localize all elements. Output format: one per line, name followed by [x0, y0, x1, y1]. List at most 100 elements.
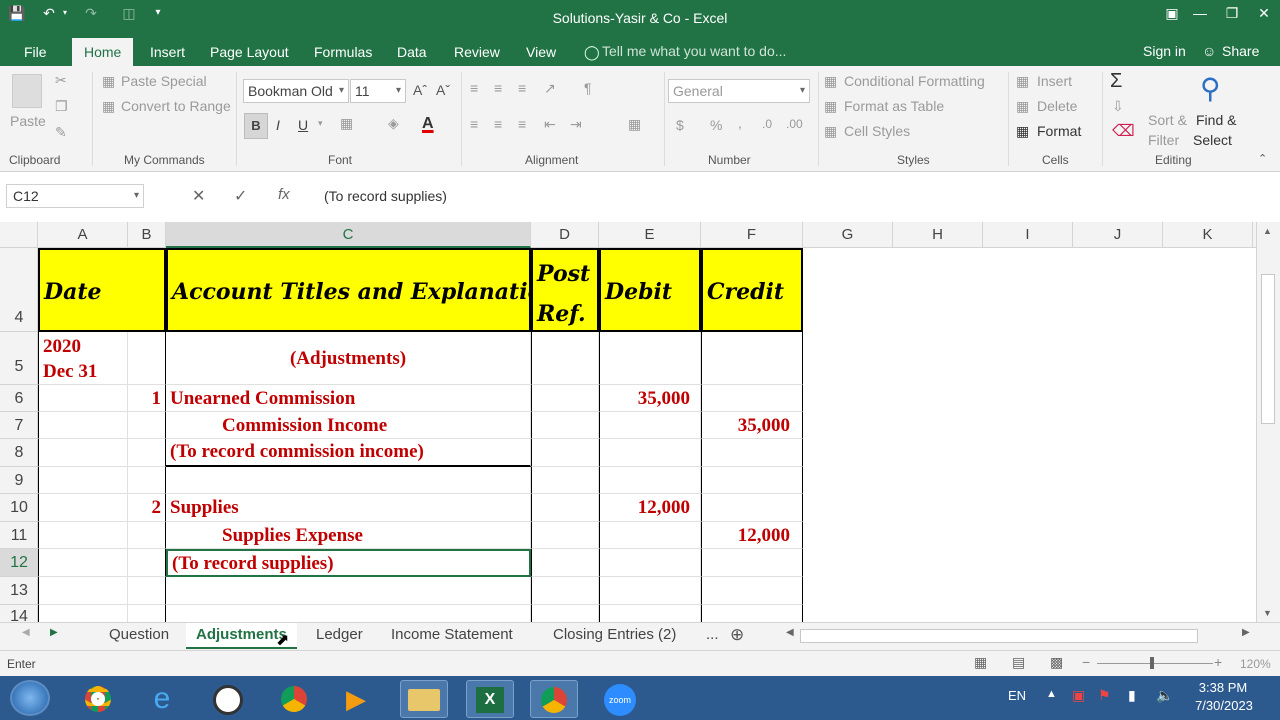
cell-b7[interactable]: [128, 412, 166, 439]
cell-b9[interactable]: [128, 467, 166, 494]
empty-grid-area[interactable]: [803, 248, 1256, 622]
cell-d8[interactable]: [531, 439, 599, 467]
increase-font-icon[interactable]: Aˆ: [413, 82, 427, 98]
row-header-6[interactable]: 6: [0, 385, 37, 412]
cell-d7[interactable]: [531, 412, 599, 439]
cell-c6[interactable]: Unearned Commission: [166, 385, 531, 412]
network-icon[interactable]: ▮: [1128, 687, 1136, 704]
format-button[interactable]: Format: [1037, 123, 1081, 139]
find-select-button[interactable]: Find &: [1196, 112, 1236, 128]
column-header-f[interactable]: F: [701, 222, 803, 248]
close-icon[interactable]: ✕: [1252, 4, 1276, 22]
cell-b13[interactable]: [128, 577, 166, 605]
column-header-d[interactable]: D: [531, 222, 599, 248]
cell-e14[interactable]: [599, 605, 701, 622]
copy-icon[interactable]: ❐: [55, 98, 68, 115]
font-name-select[interactable]: Bookman Old ▾: [243, 79, 349, 103]
delete-button[interactable]: Delete: [1037, 98, 1077, 114]
page-break-view-icon[interactable]: ▩: [1050, 654, 1063, 671]
autosum-icon[interactable]: Σ: [1110, 70, 1122, 93]
cell-a13[interactable]: [38, 577, 128, 605]
cell-c13[interactable]: [166, 577, 531, 605]
cell-a10[interactable]: [38, 494, 128, 522]
clock-time[interactable]: 3:38 PM: [1196, 680, 1250, 695]
tab-page-layout[interactable]: Page Layout: [198, 38, 301, 66]
text-direction-icon[interactable]: ¶: [584, 80, 592, 96]
cell-a5[interactable]: 2020 Dec 31: [38, 332, 128, 385]
tab-home[interactable]: Home: [72, 38, 134, 66]
show-hidden-icons[interactable]: ▲: [1046, 688, 1057, 700]
cell-d5[interactable]: [531, 332, 599, 385]
bold-button[interactable]: B: [244, 113, 268, 139]
select-all-corner[interactable]: [0, 222, 38, 248]
app-taskbar-icon[interactable]: [204, 680, 252, 718]
cell-a6[interactable]: [38, 385, 128, 412]
clear-icon[interactable]: ⌫: [1112, 121, 1135, 141]
cell-d14[interactable]: [531, 605, 599, 622]
tab-insert[interactable]: Insert: [138, 38, 197, 66]
excel-taskbar-icon[interactable]: X: [466, 680, 514, 718]
file-explorer-icon[interactable]: [400, 680, 448, 718]
chrome-taskbar-icon[interactable]: [270, 680, 318, 718]
worksheet-grid[interactable]: Date Account Titles and Explanation Post…: [38, 248, 1256, 622]
zoom-level[interactable]: 120%: [1240, 657, 1271, 671]
font-color-button[interactable]: A: [422, 115, 434, 133]
column-header-b[interactable]: B: [128, 222, 166, 248]
cell-f12[interactable]: [701, 549, 803, 577]
decrease-indent-icon[interactable]: ⇤: [544, 116, 556, 133]
collapse-ribbon-icon[interactable]: ⌃: [1258, 152, 1267, 165]
cell-d9[interactable]: [531, 467, 599, 494]
cell-d12[interactable]: [531, 549, 599, 577]
chrome-taskbar-icon[interactable]: [74, 680, 122, 718]
page-layout-view-icon[interactable]: ▤: [1012, 654, 1025, 671]
cell-f6[interactable]: [701, 385, 803, 412]
chrome-active-taskbar-icon[interactable]: [530, 680, 578, 718]
cell-c9[interactable]: [166, 467, 531, 494]
sort-filter-button[interactable]: Sort &: [1148, 112, 1187, 128]
cell-a11[interactable]: [38, 522, 128, 549]
header-post-ref[interactable]: Post Ref.: [531, 248, 599, 332]
column-header-a[interactable]: A: [38, 222, 128, 248]
percent-button[interactable]: %: [710, 117, 722, 133]
sheet-tab-question[interactable]: Question: [99, 623, 179, 649]
new-sheet-icon[interactable]: ⊕: [730, 625, 744, 645]
column-header-h[interactable]: H: [893, 222, 983, 248]
currency-button[interactable]: $: [676, 117, 684, 133]
cell-c10[interactable]: Supplies: [166, 494, 531, 522]
scroll-down-icon[interactable]: ▼: [1263, 608, 1272, 618]
header-credit[interactable]: Credit: [701, 248, 803, 332]
cell-d6[interactable]: [531, 385, 599, 412]
formula-input[interactable]: (To record supplies): [312, 184, 1272, 208]
align-center-icon[interactable]: ≡: [494, 116, 502, 132]
media-player-icon[interactable]: ▶: [332, 680, 380, 718]
borders-icon[interactable]: ▦: [340, 115, 353, 132]
tab-formulas[interactable]: Formulas: [302, 38, 384, 66]
paste-button[interactable]: Paste: [10, 113, 46, 129]
sheet-prev-icon[interactable]: ◀: [22, 627, 30, 638]
tab-view[interactable]: View: [514, 38, 568, 66]
sign-in-link[interactable]: Sign in: [1143, 43, 1186, 59]
restore-icon[interactable]: ❐: [1220, 4, 1244, 22]
share-button[interactable]: Share: [1222, 43, 1259, 59]
vertical-scrollbar[interactable]: ▲ ▼: [1256, 222, 1280, 622]
cell-e5[interactable]: [599, 332, 701, 385]
cell-d11[interactable]: [531, 522, 599, 549]
cell-b12[interactable]: [128, 549, 166, 577]
cell-f11[interactable]: 12,000: [701, 522, 803, 549]
cell-c14[interactable]: [166, 605, 531, 622]
cell-b8[interactable]: [128, 439, 166, 467]
zoom-in-icon[interactable]: +: [1214, 654, 1222, 670]
header-date[interactable]: Date: [38, 248, 166, 332]
volume-icon[interactable]: 🔈: [1156, 687, 1173, 704]
cell-styles-button[interactable]: Cell Styles: [844, 123, 910, 139]
decrease-font-icon[interactable]: Aˇ: [436, 82, 450, 98]
row-header-8[interactable]: 8: [0, 439, 37, 467]
column-header-e[interactable]: E: [599, 222, 701, 248]
cell-e8[interactable]: [599, 439, 701, 467]
cut-icon[interactable]: ✂: [55, 72, 67, 89]
cell-c8[interactable]: (To record commission income): [166, 439, 531, 467]
zoom-taskbar-icon[interactable]: zoom: [596, 680, 644, 718]
cell-b5[interactable]: [128, 332, 166, 385]
hscroll-left-icon[interactable]: ◀: [786, 627, 794, 638]
increase-indent-icon[interactable]: ⇥: [570, 116, 582, 133]
